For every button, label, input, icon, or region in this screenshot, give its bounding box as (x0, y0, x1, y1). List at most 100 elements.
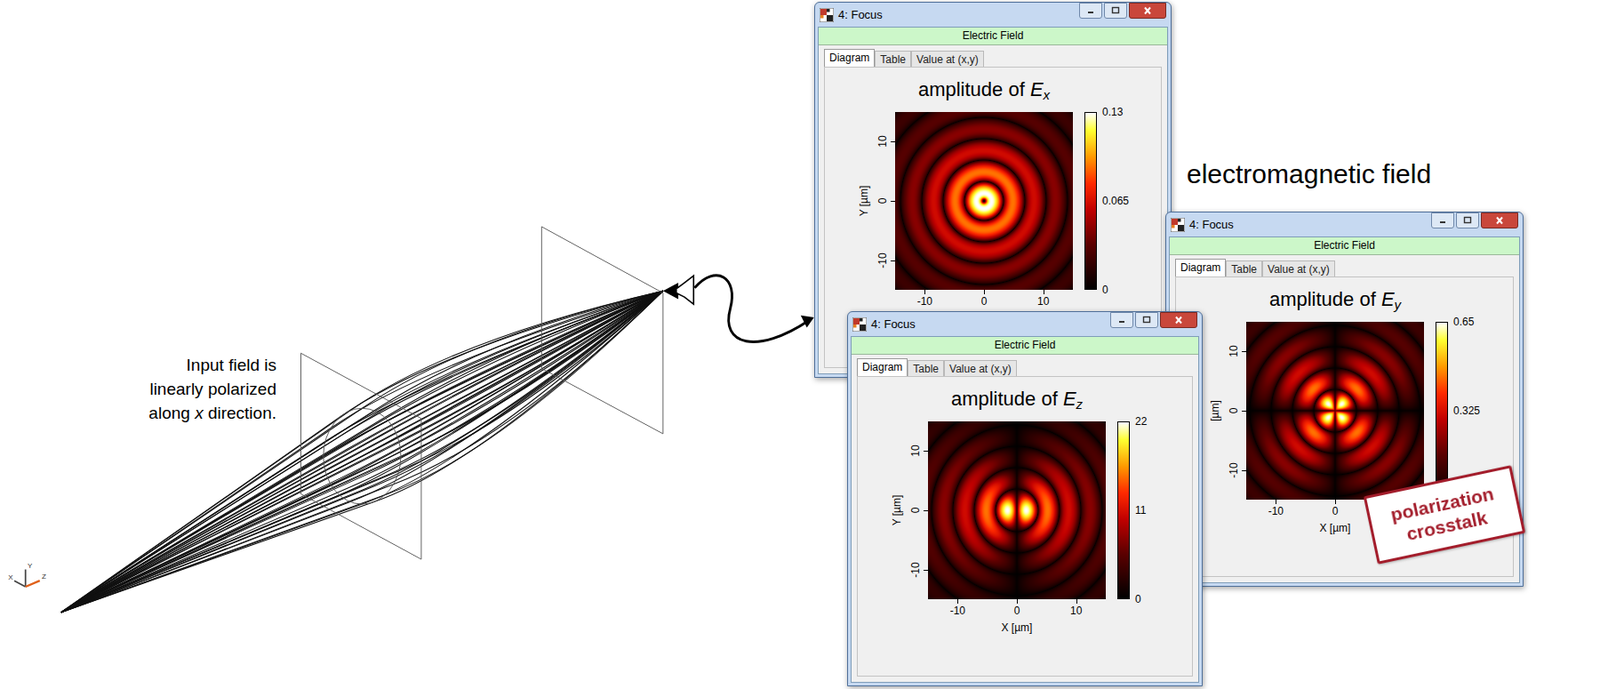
colorbar-label: 11 (1135, 504, 1146, 517)
tick-mark (890, 260, 896, 262)
minimize-button[interactable] (1431, 212, 1455, 229)
minimize-button[interactable] (1110, 312, 1134, 328)
tab-bar: DiagramTableValue at (x,y) (851, 354, 1199, 376)
y-tick: 0 (908, 496, 923, 524)
note-text: x (194, 403, 204, 423)
app-icon (819, 8, 834, 23)
tick-mark (890, 141, 896, 143)
note-line: linearly polarized (0, 376, 277, 401)
colorbar-label: 0 (1102, 283, 1109, 296)
window-title: 4: Focus (1189, 216, 1234, 234)
note-line: along x direction. (0, 400, 277, 425)
tick-mark (1043, 289, 1045, 295)
tick-mark (957, 599, 959, 604)
tick-mark (1241, 410, 1247, 412)
minimize-button[interactable] (1079, 2, 1103, 19)
y-tick: 10 (1226, 337, 1241, 365)
plot-title: amplitude of Ex (850, 78, 1118, 102)
plot-title-text: amplitude of (951, 387, 1064, 410)
x-tick: -10 (1262, 504, 1289, 518)
y-axis-label: [µm] (1208, 375, 1223, 447)
tick-mark (923, 510, 928, 512)
tick-mark (890, 200, 896, 202)
diagram-panel: amplitude of Ez22110-10010100-10Y [µm]X … (856, 376, 1193, 677)
plot-symbol: E (1381, 288, 1395, 311)
field-plot[interactable] (895, 112, 1073, 290)
x-tick: -10 (944, 604, 971, 617)
plot-title: amplitude of Ez (883, 387, 1151, 411)
minimize-icon (1116, 315, 1128, 325)
close-button[interactable] (1160, 312, 1198, 328)
tab[interactable]: Value at (x,y) (911, 50, 984, 67)
colorbar (1084, 112, 1097, 290)
y-tick: 0 (875, 187, 890, 215)
colorbar (1435, 321, 1448, 500)
minimize-icon (1437, 216, 1448, 225)
tick-mark (1275, 499, 1277, 504)
close-icon (1173, 315, 1184, 325)
colorbar-label: 0.65 (1453, 315, 1474, 328)
note-text: along (148, 403, 195, 423)
close-button[interactable] (1480, 212, 1519, 229)
x-axis-label: X [µm] (1299, 520, 1371, 536)
plot-subscript: z (1076, 396, 1084, 412)
tab[interactable]: Table (907, 360, 944, 376)
tab[interactable]: Diagram (824, 48, 875, 67)
x-tick: 0 (970, 295, 998, 308)
tab[interactable]: Diagram (856, 358, 908, 376)
close-button[interactable] (1128, 2, 1167, 19)
app-icon (852, 317, 867, 332)
note-text: Input field is (186, 355, 277, 375)
tab[interactable]: Value at (x,y) (944, 360, 1017, 376)
minimize-icon (1085, 6, 1096, 16)
tab[interactable]: Table (1225, 260, 1263, 277)
note-text: direction. (203, 403, 277, 423)
field-plot[interactable] (1246, 321, 1424, 500)
plot-subscript: y (1394, 296, 1402, 312)
window-buttons (1079, 2, 1167, 19)
tick-mark (1241, 351, 1247, 352)
x-tick: 10 (1063, 604, 1090, 617)
maximize-button[interactable] (1135, 312, 1159, 328)
colorbar-label: 0 (1135, 592, 1142, 606)
y-axis-label: Y [µm] (889, 474, 904, 546)
colorbar (1117, 421, 1130, 600)
plot-symbol: E (1030, 78, 1044, 101)
window-body: Electric FieldDiagramTableValue at (x,y)… (850, 336, 1200, 683)
colorbar-label: 0.13 (1102, 105, 1123, 119)
y-tick: -10 (908, 556, 923, 584)
title-bar[interactable]: 4: Focus (850, 312, 1200, 336)
maximize-button[interactable] (1456, 212, 1480, 229)
note-line: Input field is (0, 352, 277, 377)
title-bar[interactable]: 4: Focus (1168, 212, 1520, 237)
close-icon (1494, 216, 1505, 225)
y-tick: -10 (875, 247, 890, 274)
maximize-button[interactable] (1104, 2, 1128, 19)
focus-window[interactable]: 4: FocusElectric FieldDiagramTableValue … (847, 311, 1203, 687)
tab[interactable]: Diagram (1175, 258, 1226, 277)
tick-mark (923, 450, 928, 452)
tick-mark (1016, 599, 1018, 604)
tab-bar: DiagramTableValue at (x,y) (818, 45, 1168, 67)
axis-label: Z (41, 572, 47, 581)
plot-title: amplitude of Ey (1201, 288, 1469, 312)
tab[interactable]: Table (874, 50, 912, 67)
axis-label: X (8, 573, 14, 582)
axis-label: Y (27, 561, 33, 570)
window-buttons (1110, 312, 1198, 328)
y-tick: 10 (908, 437, 923, 464)
field-plot[interactable] (928, 421, 1106, 600)
tab-bar: DiagramTableValue at (x,y) (1169, 255, 1520, 277)
plot-title-text: amplitude of (1269, 288, 1382, 311)
x-tick: 10 (1030, 295, 1057, 308)
y-axis-label: Y [µm] (856, 165, 872, 237)
tab[interactable]: Value at (x,y) (1262, 260, 1336, 277)
title-bar[interactable]: 4: Focus (817, 2, 1168, 27)
colorbar-label: 0.325 (1453, 404, 1480, 417)
y-tick: 10 (875, 128, 890, 155)
note-text: linearly polarized (149, 379, 277, 399)
x-tick: -10 (911, 295, 938, 308)
tick-mark (1241, 470, 1247, 472)
y-tick: 0 (1226, 397, 1241, 424)
caption: electromagnetic field (1186, 158, 1432, 191)
